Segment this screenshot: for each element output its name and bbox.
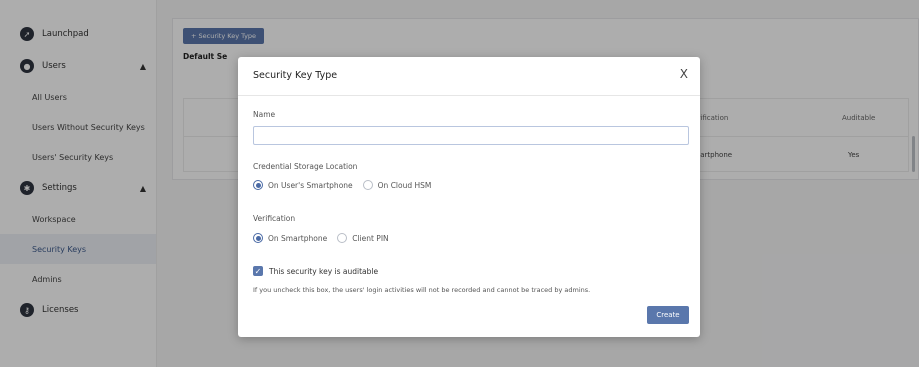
- dialog-header: Security Key Type X: [238, 57, 700, 96]
- radio-unselected[interactable]: [337, 233, 348, 243]
- storage-option-cloud-hsm[interactable]: On Cloud HSM: [362, 180, 432, 190]
- name-label: Name: [253, 110, 276, 119]
- storage-location-group: On User's Smartphone On Cloud HSM: [253, 180, 441, 190]
- auditable-label: This security key is auditable: [269, 266, 379, 276]
- radio-label: On Cloud HSM: [377, 180, 432, 190]
- radio-selected[interactable]: [253, 180, 263, 190]
- security-key-type-dialog: Security Key Type X Name Credential Stor…: [238, 57, 700, 337]
- verification-group: On Smartphone Client PIN: [253, 233, 399, 243]
- radio-selected[interactable]: [253, 233, 263, 243]
- auditable-checkbox[interactable]: ✓: [253, 266, 263, 276]
- verification-option-smartphone[interactable]: On Smartphone: [253, 233, 327, 243]
- dialog-title: Security Key Type: [253, 70, 338, 81]
- storage-location-label: Credential Storage Location: [253, 162, 358, 171]
- auditable-help-text: If you uncheck this box, the users' logi…: [253, 286, 591, 294]
- radio-label: Client PIN: [352, 233, 389, 243]
- radio-label: On Smartphone: [268, 233, 328, 243]
- auditable-checkbox-row[interactable]: ✓ This security key is auditable: [253, 266, 378, 276]
- create-button[interactable]: Create: [647, 306, 689, 324]
- verification-option-client-pin[interactable]: Client PIN: [337, 233, 389, 243]
- radio-label: On User's Smartphone: [268, 180, 353, 190]
- storage-option-smartphone[interactable]: On User's Smartphone: [253, 180, 353, 190]
- close-icon[interactable]: X: [680, 67, 688, 81]
- name-input[interactable]: [253, 126, 689, 145]
- verification-label: Verification: [253, 214, 296, 223]
- radio-unselected[interactable]: [362, 180, 373, 190]
